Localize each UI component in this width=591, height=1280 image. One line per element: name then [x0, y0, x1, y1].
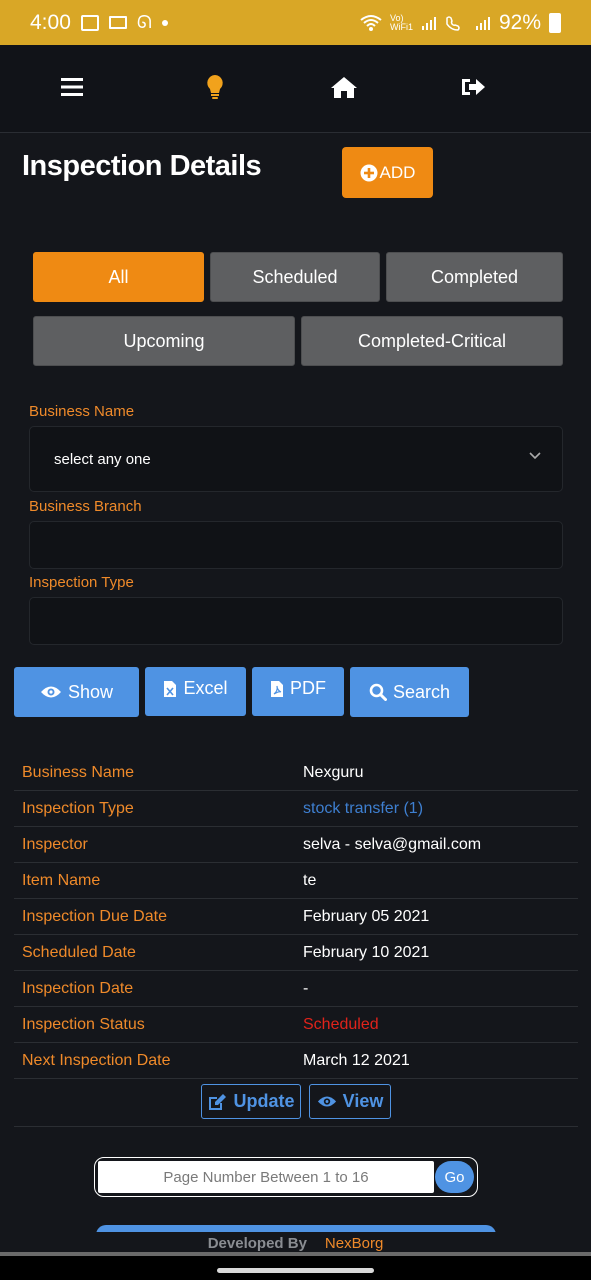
logout-icon[interactable]	[453, 67, 493, 107]
lightbulb-icon[interactable]	[195, 67, 235, 107]
detail-value: February 10 2021	[303, 944, 430, 961]
detail-row-inspection-type: Inspection Type stock transfer (1)	[14, 791, 578, 827]
gesture-nav	[0, 1252, 591, 1280]
developed-by-label: Developed By	[207, 1234, 307, 1252]
detail-key: Next Inspection Date	[22, 1052, 171, 1069]
more-notifications-icon	[161, 19, 168, 26]
detail-row-inspector: Inspector selva - selva@gmail.com	[14, 827, 578, 863]
tab-upcoming[interactable]: Upcoming	[33, 316, 295, 366]
detail-key: Item Name	[22, 872, 101, 889]
inspection-type-link[interactable]: stock transfer (1)	[303, 800, 423, 818]
page-title: Inspection Details	[22, 150, 262, 182]
inspection-details-table: Business Name Nexguru Inspection Type stoc…	[14, 755, 578, 1079]
detail-value: Nexguru	[303, 764, 364, 781]
volte-icon: Vo) WiFi1	[389, 12, 413, 32]
tab-completed-critical[interactable]: Completed-Critical	[301, 316, 563, 366]
status-bar: 4:00 ᘏ Vo) WiFi1 92%	[0, 0, 591, 45]
edit-icon	[209, 1093, 227, 1110]
menu-icon[interactable]	[52, 67, 92, 107]
wifi-call-icon	[446, 15, 460, 31]
app-notification-icon: ᘏ	[136, 12, 152, 32]
plus-circle-icon	[360, 164, 378, 181]
inspection-type-label: Inspection Type	[29, 574, 134, 591]
tab-label: Completed	[430, 266, 519, 287]
detail-key: Inspection Type	[22, 800, 134, 817]
file-excel-icon	[164, 680, 177, 697]
home-icon[interactable]	[324, 67, 364, 107]
tab-scheduled[interactable]: Scheduled	[210, 252, 380, 302]
detail-row-scheduled-date: Scheduled Date February 10 2021	[14, 935, 578, 971]
detail-value: -	[303, 980, 309, 997]
detail-row-business-name: Business Name Nexguru	[14, 755, 578, 791]
detail-value: February 05 2021	[303, 908, 430, 925]
signal-icon	[421, 16, 436, 30]
add-label: ADD	[379, 162, 416, 182]
business-name-label: Business Name	[29, 403, 135, 420]
home-gesture-bar[interactable]	[217, 1268, 374, 1273]
gallery-icon	[80, 14, 99, 31]
update-label: Update	[233, 1091, 295, 1111]
business-name-select[interactable]: select any one	[29, 426, 563, 492]
tab-label: All	[108, 266, 129, 287]
add-button[interactable]: ADD	[342, 147, 433, 198]
go-button[interactable]: Go	[435, 1161, 474, 1193]
battery-icon	[549, 12, 561, 33]
detail-row-next-date: Next Inspection Date March 12 2021	[14, 1043, 578, 1079]
top-nav	[0, 45, 591, 133]
page-jump: Go	[94, 1157, 478, 1197]
excel-label: Excel	[183, 678, 228, 698]
detail-key: Inspection Due Date	[22, 908, 167, 925]
section-divider	[14, 1126, 578, 1127]
eye-icon	[317, 1096, 336, 1107]
detail-key: Inspection Status	[22, 1016, 145, 1033]
business-branch-label: Business Branch	[29, 498, 142, 515]
business-branch-field[interactable]	[29, 521, 563, 569]
footer: Developed By NexBorg	[0, 1232, 591, 1254]
company-link[interactable]: NexBorg	[325, 1235, 383, 1252]
detail-key: Inspector	[22, 836, 88, 853]
page-number-input[interactable]	[98, 1161, 434, 1193]
tab-completed[interactable]: Completed	[386, 252, 563, 302]
wifi-icon	[360, 14, 382, 31]
detail-key: Business Name	[22, 764, 135, 781]
show-label: Show	[67, 681, 114, 702]
detail-value: te	[303, 872, 317, 889]
tab-all[interactable]: All	[33, 252, 204, 302]
view-button[interactable]: View	[309, 1084, 391, 1119]
status-value: Scheduled	[303, 1016, 379, 1033]
detail-row-item-name: Item Name te	[14, 863, 578, 899]
detail-value: selva - selva@gmail.com	[303, 836, 482, 853]
file-pdf-icon	[271, 680, 283, 697]
chevron-down-icon	[529, 452, 541, 460]
battery-percent: 92%	[498, 10, 541, 34]
clock: 4:00	[30, 10, 71, 34]
business-name-value: select any one	[54, 451, 151, 468]
update-button[interactable]: Update	[201, 1084, 301, 1119]
detail-row-due-date: Inspection Due Date February 05 2021	[14, 899, 578, 935]
detail-key: Inspection Date	[22, 980, 134, 997]
show-button[interactable]: Show	[14, 667, 139, 717]
pdf-button[interactable]: PDF	[252, 667, 344, 716]
pdf-label: PDF	[290, 678, 326, 698]
detail-value: March 12 2021	[303, 1052, 410, 1069]
detail-row-status: Inspection Status Scheduled	[14, 1007, 578, 1043]
tab-label: Upcoming	[123, 330, 205, 351]
signal-2-icon	[475, 16, 490, 30]
detail-key: Scheduled Date	[22, 944, 136, 961]
eye-icon	[40, 686, 61, 698]
search-label: Search	[392, 681, 451, 702]
search-button[interactable]: Search	[350, 667, 469, 717]
search-icon	[369, 683, 387, 701]
tab-label: Scheduled	[252, 266, 338, 287]
view-label: View	[342, 1091, 384, 1111]
inspection-type-field[interactable]	[29, 597, 563, 645]
detail-row-inspection-date: Inspection Date -	[14, 971, 578, 1007]
laptop-icon	[108, 16, 127, 29]
tab-label: Completed-Critical	[357, 330, 507, 351]
excel-button[interactable]: Excel	[145, 667, 246, 716]
